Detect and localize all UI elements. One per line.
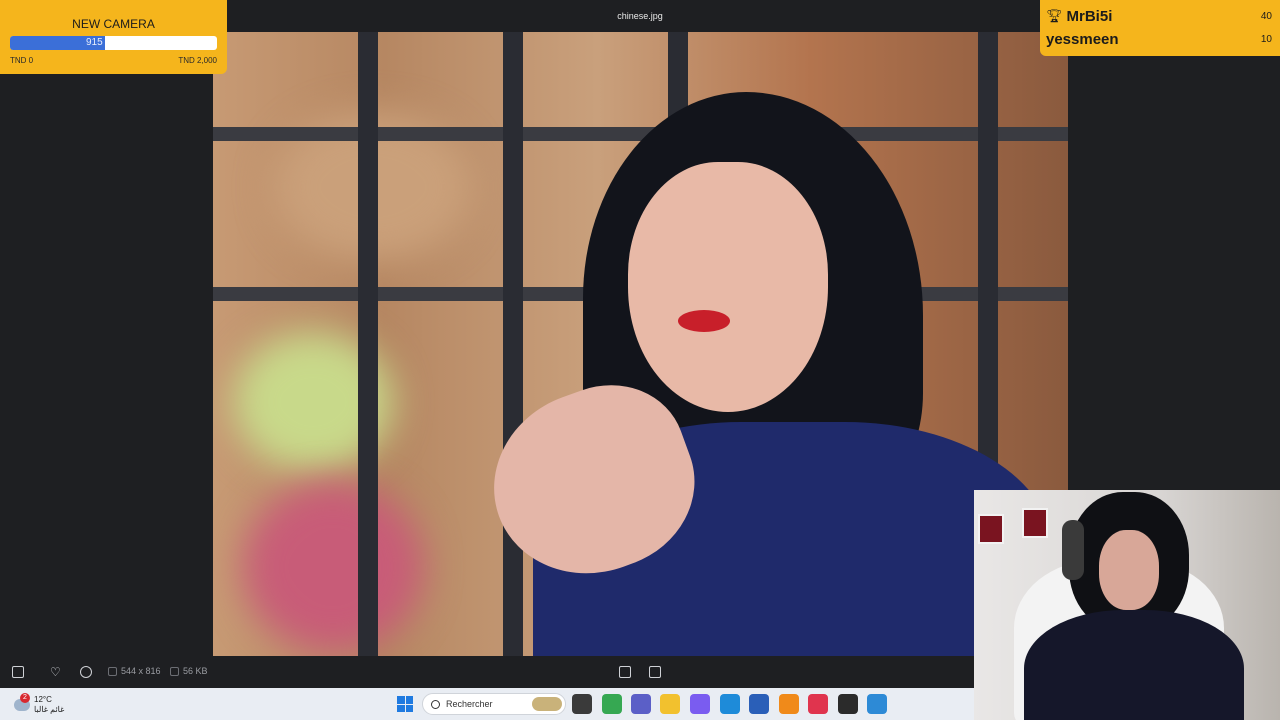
top-donors-widget: 🏆︎ MrBi5i 40 yessmeen 10 bbox=[1040, 0, 1280, 56]
info-icon bbox=[80, 666, 92, 678]
goal-title: NEW CAMERA bbox=[72, 17, 155, 31]
search-highlight-icon bbox=[532, 697, 562, 711]
search-placeholder: Rechercher bbox=[446, 699, 493, 709]
app-icon[interactable] bbox=[779, 694, 799, 714]
copilot-icon[interactable] bbox=[690, 694, 710, 714]
fit-icon bbox=[619, 666, 631, 678]
leaderboard-row: yessmeen 10 bbox=[1046, 29, 1272, 49]
donor-score: 10 bbox=[1260, 33, 1272, 45]
weather-temperature: 12°C bbox=[34, 695, 52, 704]
file-size: 56 KB bbox=[170, 666, 208, 676]
streamer-body bbox=[1024, 610, 1244, 720]
info-button[interactable] bbox=[80, 666, 92, 678]
obs-icon[interactable] bbox=[838, 694, 858, 714]
filmstrip-icon bbox=[12, 666, 24, 678]
windows-logo-icon bbox=[397, 696, 405, 704]
goal-progress-bar: 915 bbox=[10, 36, 217, 50]
webcam-feed bbox=[974, 490, 1280, 720]
actual-size-icon bbox=[649, 666, 661, 678]
window-bar bbox=[503, 32, 523, 656]
streamer-face bbox=[1099, 530, 1159, 610]
photo-subject bbox=[468, 92, 1053, 656]
goal-min-label: TND 0 bbox=[10, 56, 34, 65]
donation-goal-widget: NEW CAMERA 915 TND 0 TND 2,000 bbox=[0, 0, 227, 74]
image-icon bbox=[108, 666, 117, 676]
taskbar-search[interactable]: Rechercher bbox=[422, 693, 566, 715]
start-button[interactable] bbox=[397, 696, 413, 712]
store-icon[interactable] bbox=[749, 694, 769, 714]
file-size-text: 56 KB bbox=[183, 666, 208, 676]
task-view-icon[interactable] bbox=[572, 694, 592, 714]
subject-face bbox=[628, 162, 828, 412]
weather-widget[interactable]: 2 12°C غائم غالبا bbox=[12, 693, 72, 717]
subject-lips bbox=[678, 310, 730, 332]
donor-name: MrBi5i bbox=[1066, 7, 1113, 25]
edge-icon[interactable] bbox=[720, 694, 740, 714]
leaderboard-row: 🏆︎ MrBi5i 40 bbox=[1046, 6, 1272, 26]
wall-poster bbox=[978, 514, 1004, 544]
favorite-button[interactable]: ♡ bbox=[50, 666, 61, 678]
notification-badge: 2 bbox=[20, 693, 30, 703]
windows-logo-icon bbox=[405, 704, 413, 712]
search-icon bbox=[431, 699, 440, 709]
file-explorer-icon[interactable] bbox=[660, 694, 680, 714]
windows-logo-icon bbox=[397, 704, 405, 712]
actual-size-button[interactable] bbox=[649, 666, 661, 678]
headset bbox=[1062, 520, 1084, 580]
donor-score: 40 bbox=[1260, 10, 1272, 22]
goal-max-label: TND 2,000 bbox=[178, 56, 217, 65]
opera-icon[interactable] bbox=[808, 694, 828, 714]
teams-icon[interactable] bbox=[631, 694, 651, 714]
filmstrip-button[interactable] bbox=[12, 666, 24, 678]
heart-icon: ♡ bbox=[50, 665, 61, 679]
weather-condition: غائم غالبا bbox=[34, 705, 65, 714]
disk-icon bbox=[170, 666, 179, 676]
wall-poster bbox=[1022, 508, 1048, 538]
image-dimensions: 544 x 816 bbox=[108, 666, 161, 676]
window-bar bbox=[358, 32, 378, 656]
goal-current-value: 915 bbox=[86, 37, 103, 48]
photo-image[interactable] bbox=[213, 32, 1068, 656]
donor-name: yessmeen bbox=[1046, 30, 1119, 48]
dimensions-text: 544 x 816 bbox=[121, 666, 161, 676]
bokeh-light bbox=[243, 482, 423, 652]
screen: chinese.jpg ♡ 544 x 816 56 KB NEW CAMERA… bbox=[0, 0, 1280, 720]
fit-to-window-button[interactable] bbox=[619, 666, 631, 678]
trophy-icon: 🏆︎ bbox=[1046, 8, 1063, 23]
windows-logo-icon bbox=[405, 696, 413, 704]
app-icon[interactable] bbox=[602, 694, 622, 714]
photos-icon[interactable] bbox=[867, 694, 887, 714]
